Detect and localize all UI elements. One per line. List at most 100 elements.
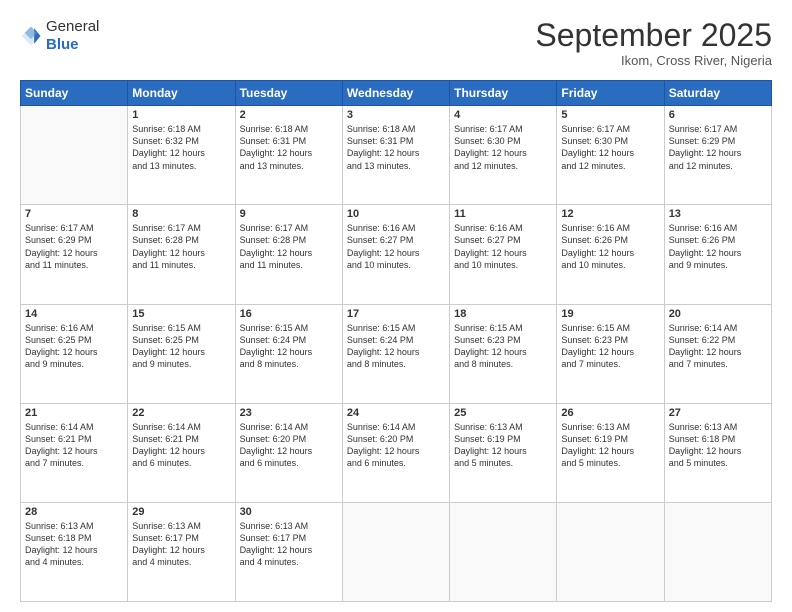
table-row: 12Sunrise: 6:16 AM Sunset: 6:26 PM Dayli…: [557, 205, 664, 304]
table-row: 25Sunrise: 6:13 AM Sunset: 6:19 PM Dayli…: [450, 403, 557, 502]
day-info: Sunrise: 6:15 AM Sunset: 6:23 PM Dayligh…: [454, 322, 552, 371]
table-row: 24 Sunrise: 6:14 AM Sunset: 6:20 PM Dayli…: [342, 403, 449, 502]
day-info: Sunrise: 6:18 AM Sunset: 6:31 PM Dayligh…: [347, 123, 445, 172]
col-friday: Friday: [557, 81, 664, 106]
day-number: 29: [132, 506, 230, 518]
day-info: Sunrise: 6:17 AM Sunset: 6:29 PM Dayligh…: [25, 222, 123, 271]
table-row: 11 Sunrise: 6:16 AM Sunset: 6:27 PM Dayli…: [450, 205, 557, 304]
day-info: Sunrise: 6:13 AM Sunset: 6:17 PM Dayligh…: [240, 520, 338, 569]
table-row: 2 Sunrise: 6:18 AM Sunset: 6:31 PM Daylig…: [235, 106, 342, 205]
table-row: 7 Sunrise: 6:17 AM Sunset: 6:29 PM Daylig…: [21, 205, 128, 304]
day-info: Sunrise: 6:17 AM Sunset: 6:30 PM Dayligh…: [561, 123, 659, 172]
table-row: [557, 502, 664, 601]
table-row: 21Sunrise: 6:14 AM Sunset: 6:21 PM Dayli…: [21, 403, 128, 502]
table-row: 27Sunrise: 6:13 AM Sunset: 6:18 PM Dayli…: [664, 403, 771, 502]
table-row: 22Sunrise: 6:14 AM Sunset: 6:21 PM Dayli…: [128, 403, 235, 502]
month-title: September 2025: [535, 18, 772, 53]
day-info: Sunrise: 6:17 AM Sunset: 6:30 PM Dayligh…: [454, 123, 552, 172]
day-info: Sunrise: 6:14 AM Sunset: 6:20 PM Dayligh…: [240, 421, 338, 470]
day-info: Sunrise: 6:15 AM Sunset: 6:23 PM Dayligh…: [561, 322, 659, 371]
table-row: 16Sunrise: 6:15 AM Sunset: 6:24 PM Dayli…: [235, 304, 342, 403]
day-info: Sunrise: 6:16 AM Sunset: 6:26 PM Dayligh…: [561, 222, 659, 271]
day-number: 3: [347, 109, 445, 121]
day-number: 20: [669, 308, 767, 320]
table-row: 14 Sunrise: 6:16 AM Sunset: 6:25 PM Dayli…: [21, 304, 128, 403]
table-row: 13 Sunrise: 6:16 AM Sunset: 6:26 PM Dayli…: [664, 205, 771, 304]
col-wednesday: Wednesday: [342, 81, 449, 106]
table-row: 28Sunrise: 6:13 AM Sunset: 6:18 PM Dayli…: [21, 502, 128, 601]
logo-general: General: [46, 18, 99, 35]
day-info: Sunrise: 6:13 AM Sunset: 6:19 PM Dayligh…: [561, 421, 659, 470]
table-row: 18Sunrise: 6:15 AM Sunset: 6:23 PM Dayli…: [450, 304, 557, 403]
day-number: 9: [240, 208, 338, 220]
day-info: Sunrise: 6:16 AM Sunset: 6:27 PM Dayligh…: [347, 222, 445, 271]
table-row: [21, 106, 128, 205]
day-number: 30: [240, 506, 338, 518]
col-tuesday: Tuesday: [235, 81, 342, 106]
day-number: 6: [669, 109, 767, 121]
day-number: 1: [132, 109, 230, 121]
day-number: 27: [669, 407, 767, 419]
logo-icon: [20, 25, 42, 47]
calendar-week-row: 1 Sunrise: 6:18 AM Sunset: 6:32 PM Daylig…: [21, 106, 772, 205]
day-info: Sunrise: 6:13 AM Sunset: 6:19 PM Dayligh…: [454, 421, 552, 470]
col-saturday: Saturday: [664, 81, 771, 106]
day-number: 11: [454, 208, 552, 220]
day-info: Sunrise: 6:14 AM Sunset: 6:22 PM Dayligh…: [669, 322, 767, 371]
day-info: Sunrise: 6:16 AM Sunset: 6:25 PM Dayligh…: [25, 322, 123, 371]
day-info: Sunrise: 6:13 AM Sunset: 6:18 PM Dayligh…: [25, 520, 123, 569]
table-row: 1 Sunrise: 6:18 AM Sunset: 6:32 PM Daylig…: [128, 106, 235, 205]
table-row: [450, 502, 557, 601]
header: General Blue September 2025 Ikom, Cross …: [20, 18, 772, 68]
table-row: 29 Sunrise: 6:13 AM Sunset: 6:17 PM Dayli…: [128, 502, 235, 601]
table-row: 19 Sunrise: 6:15 AM Sunset: 6:23 PM Dayli…: [557, 304, 664, 403]
day-info: Sunrise: 6:16 AM Sunset: 6:27 PM Dayligh…: [454, 222, 552, 271]
day-number: 7: [25, 208, 123, 220]
day-number: 24: [347, 407, 445, 419]
calendar-week-row: 28Sunrise: 6:13 AM Sunset: 6:18 PM Dayli…: [21, 502, 772, 601]
day-info: Sunrise: 6:13 AM Sunset: 6:17 PM Dayligh…: [132, 520, 230, 569]
day-info: Sunrise: 6:17 AM Sunset: 6:29 PM Dayligh…: [669, 123, 767, 172]
day-info: Sunrise: 6:14 AM Sunset: 6:20 PM Dayligh…: [347, 421, 445, 470]
day-info: Sunrise: 6:15 AM Sunset: 6:24 PM Dayligh…: [347, 322, 445, 371]
day-info: Sunrise: 6:18 AM Sunset: 6:31 PM Dayligh…: [240, 123, 338, 172]
day-number: 14: [25, 308, 123, 320]
table-row: 4 Sunrise: 6:17 AM Sunset: 6:30 PM Daylig…: [450, 106, 557, 205]
day-number: 8: [132, 208, 230, 220]
table-row: 10 Sunrise: 6:16 AM Sunset: 6:27 PM Dayli…: [342, 205, 449, 304]
calendar-table: Sunday Monday Tuesday Wednesday Thursday…: [20, 80, 772, 602]
day-number: 23: [240, 407, 338, 419]
day-number: 5: [561, 109, 659, 121]
day-number: 19: [561, 308, 659, 320]
calendar-week-row: 21Sunrise: 6:14 AM Sunset: 6:21 PM Dayli…: [21, 403, 772, 502]
day-info: Sunrise: 6:17 AM Sunset: 6:28 PM Dayligh…: [132, 222, 230, 271]
day-number: 13: [669, 208, 767, 220]
col-thursday: Thursday: [450, 81, 557, 106]
day-number: 10: [347, 208, 445, 220]
day-number: 2: [240, 109, 338, 121]
day-number: 26: [561, 407, 659, 419]
table-row: 6 Sunrise: 6:17 AM Sunset: 6:29 PM Daylig…: [664, 106, 771, 205]
table-row: 3 Sunrise: 6:18 AM Sunset: 6:31 PM Daylig…: [342, 106, 449, 205]
day-number: 4: [454, 109, 552, 121]
table-row: 9 Sunrise: 6:17 AM Sunset: 6:28 PM Daylig…: [235, 205, 342, 304]
table-row: 17 Sunrise: 6:15 AM Sunset: 6:24 PM Dayli…: [342, 304, 449, 403]
day-info: Sunrise: 6:14 AM Sunset: 6:21 PM Dayligh…: [25, 421, 123, 470]
title-block: September 2025 Ikom, Cross River, Nigeri…: [535, 18, 772, 68]
day-number: 22: [132, 407, 230, 419]
day-number: 15: [132, 308, 230, 320]
table-row: 5 Sunrise: 6:17 AM Sunset: 6:30 PM Daylig…: [557, 106, 664, 205]
day-info: Sunrise: 6:16 AM Sunset: 6:26 PM Dayligh…: [669, 222, 767, 271]
table-row: 15 Sunrise: 6:15 AM Sunset: 6:25 PM Dayli…: [128, 304, 235, 403]
day-info: Sunrise: 6:18 AM Sunset: 6:32 PM Dayligh…: [132, 123, 230, 172]
day-info: Sunrise: 6:17 AM Sunset: 6:28 PM Dayligh…: [240, 222, 338, 271]
day-info: Sunrise: 6:15 AM Sunset: 6:25 PM Dayligh…: [132, 322, 230, 371]
location: Ikom, Cross River, Nigeria: [535, 53, 772, 68]
day-number: 17: [347, 308, 445, 320]
logo-blue: Blue: [46, 36, 79, 53]
table-row: [342, 502, 449, 601]
logo: General Blue: [20, 18, 99, 54]
col-monday: Monday: [128, 81, 235, 106]
table-row: 30 Sunrise: 6:13 AM Sunset: 6:17 PM Dayli…: [235, 502, 342, 601]
table-row: [664, 502, 771, 601]
